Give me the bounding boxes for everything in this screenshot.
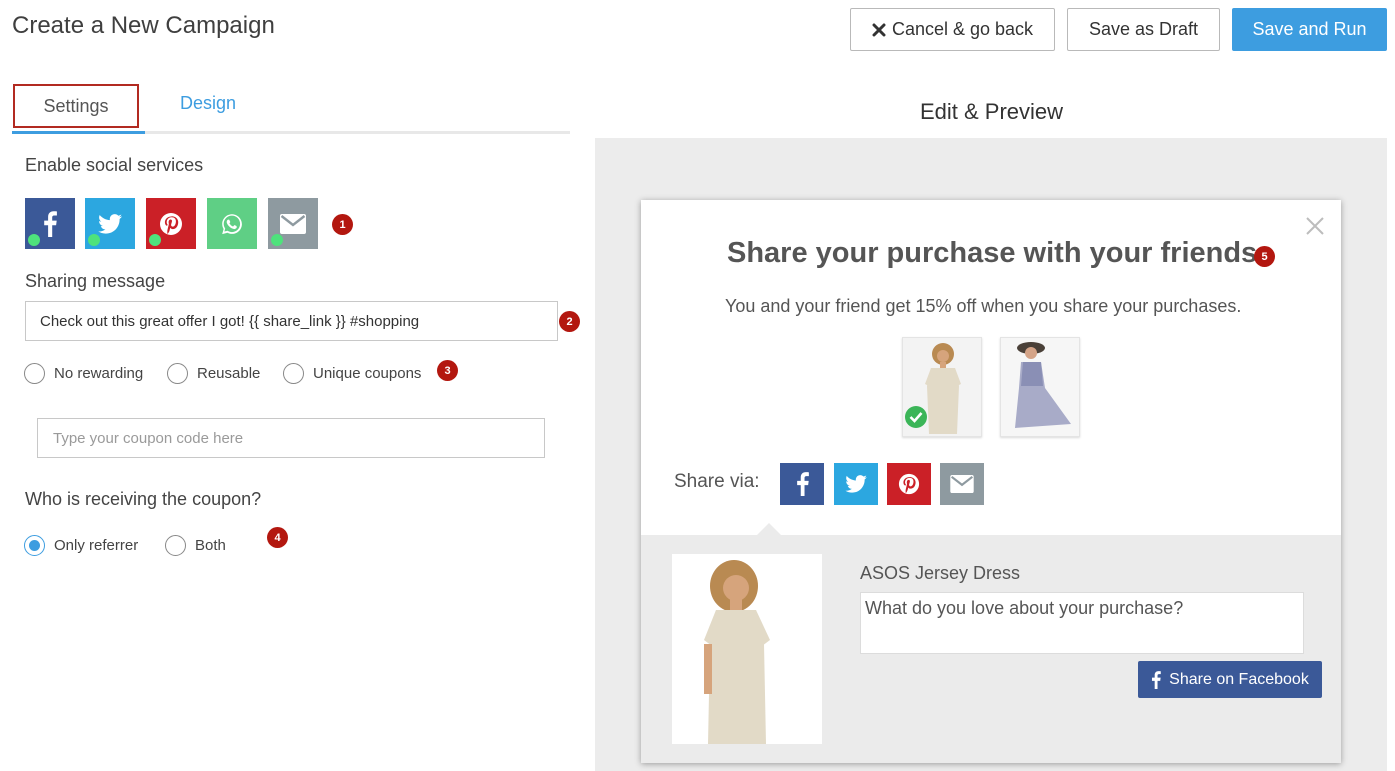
share-popup-preview: Share your purchase with your friends 5 … <box>641 200 1341 763</box>
radio-label: Only referrer <box>54 537 139 554</box>
enabled-indicator <box>88 234 100 246</box>
sharing-message-label: Sharing message <box>25 271 166 291</box>
radio-label: No rewarding <box>54 365 144 382</box>
share-via-label: Share via: <box>674 471 760 492</box>
page-title: Create a New Campaign <box>12 12 275 39</box>
step-badge: 1 <box>332 214 353 235</box>
step-badge: 5 <box>1254 246 1275 267</box>
popup-subtitle[interactable]: You and your friend get 15% off when you… <box>725 296 1241 317</box>
sharing-message-input[interactable] <box>25 301 558 341</box>
social-toggle-email[interactable] <box>268 198 318 249</box>
radio-label: Unique coupons <box>313 365 422 382</box>
popup-title[interactable]: Share your purchase with your friends <box>727 237 1257 270</box>
whatsapp-icon <box>222 213 242 234</box>
radio-both[interactable]: Both <box>165 535 226 556</box>
radio-circle <box>165 535 186 556</box>
share-twitter-button[interactable] <box>834 463 878 505</box>
share-facebook-button[interactable] <box>780 463 824 505</box>
cancel-button-label: Cancel & go back <box>891 19 1034 39</box>
product-thumbnail[interactable] <box>1000 337 1080 437</box>
social-toggle-pinterest[interactable] <box>146 198 196 249</box>
share-pinterest-button[interactable] <box>887 463 931 505</box>
coupon-code-input[interactable] <box>37 418 545 458</box>
save-draft-button[interactable]: Save as Draft <box>1067 8 1220 51</box>
product-name: ASOS Jersey Dress <box>860 563 1021 583</box>
close-icon <box>872 23 886 36</box>
share-on-facebook-button[interactable]: Share on Facebook <box>1138 661 1322 698</box>
envelope-icon <box>280 213 306 234</box>
step-badge: 4 <box>267 527 288 548</box>
pinterest-icon <box>898 473 920 495</box>
share-email-button[interactable] <box>940 463 984 505</box>
radio-only-referrer[interactable]: Only referrer <box>24 535 138 556</box>
product-thumbnail-selected[interactable] <box>902 337 982 437</box>
coupon-receiver-label: Who is receiving the coupon? <box>25 489 262 509</box>
product-image <box>672 554 822 744</box>
step-badge: 3 <box>437 360 458 381</box>
social-toggle-whatsapp[interactable] <box>207 198 257 249</box>
preview-title: Edit & Preview <box>920 99 1064 124</box>
tab-settings[interactable]: Settings <box>13 84 139 128</box>
close-icon[interactable] <box>1303 214 1327 238</box>
radio-circle-selected <box>24 535 45 556</box>
radio-label: Both <box>195 537 226 554</box>
step-badge: 2 <box>559 311 580 332</box>
pointer-arrow <box>757 523 781 535</box>
radio-circle <box>24 363 45 384</box>
facebook-icon <box>44 210 57 237</box>
active-tab-underline <box>12 131 145 134</box>
envelope-icon <box>950 475 974 493</box>
save-draft-label: Save as Draft <box>1088 19 1199 39</box>
cancel-button[interactable]: Cancel & go back <box>850 8 1055 51</box>
pinterest-icon <box>160 212 182 235</box>
enabled-indicator <box>271 234 283 246</box>
share-on-facebook-label: Share on Facebook <box>1169 670 1309 688</box>
social-services-label: Enable social services <box>25 155 204 175</box>
tab-settings-label: Settings <box>43 95 109 116</box>
twitter-icon <box>98 213 122 234</box>
twitter-icon <box>845 475 867 493</box>
radio-label: Reusable <box>197 365 261 382</box>
tab-design[interactable]: Design <box>180 93 236 114</box>
save-and-run-label: Save and Run <box>1252 19 1367 39</box>
facebook-icon <box>796 472 809 496</box>
radio-circle <box>167 363 188 384</box>
dress-image <box>1001 338 1079 436</box>
social-toggle-twitter[interactable] <box>85 198 135 249</box>
radio-circle <box>283 363 304 384</box>
radio-unique-coupons[interactable]: Unique coupons <box>283 363 421 384</box>
dress-image <box>672 554 822 744</box>
review-textarea[interactable] <box>860 592 1304 654</box>
check-icon <box>905 406 927 428</box>
tab-design-label: Design <box>180 93 237 113</box>
facebook-icon <box>1152 670 1161 689</box>
social-toggle-facebook[interactable] <box>25 198 75 249</box>
save-and-run-button[interactable]: Save and Run <box>1232 8 1387 51</box>
radio-reusable[interactable]: Reusable <box>167 363 260 384</box>
enabled-indicator <box>28 234 40 246</box>
enabled-indicator <box>149 234 161 246</box>
radio-no-rewarding[interactable]: No rewarding <box>24 363 143 384</box>
